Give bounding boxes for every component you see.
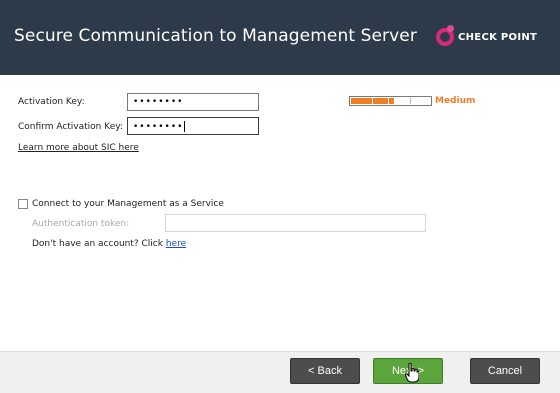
confirm-activation-key-label: Confirm Activation Key: — [18, 122, 123, 132]
check-point-logo-icon — [436, 25, 454, 46]
activation-key-value: •••••••• — [133, 97, 184, 107]
cancel-button[interactable]: Cancel — [470, 358, 540, 384]
strength-divider — [410, 98, 411, 104]
back-button[interactable]: < Back — [290, 358, 360, 384]
maas-checkbox[interactable] — [18, 199, 28, 209]
activation-key-label: Activation Key: — [18, 97, 85, 107]
confirm-activation-key-value: •••••••• — [133, 122, 184, 132]
no-account-text: Don't have an account? Click here — [32, 239, 186, 249]
brand-name: CHECK POINT — [458, 31, 538, 43]
password-strength-meter — [349, 96, 432, 106]
authentication-token-label: Authentication token: — [32, 219, 130, 229]
strength-divider — [388, 98, 389, 104]
no-account-prompt: Don't have an account? Click — [32, 239, 166, 249]
strength-divider — [372, 98, 373, 104]
check-point-logo: CHECK POINT — [436, 25, 538, 48]
learn-more-sic-link[interactable]: Learn more about SIC here — [18, 143, 139, 153]
maas-checkbox-label[interactable]: Connect to your Management as a Service — [32, 199, 224, 209]
password-strength-label: Medium — [435, 96, 476, 106]
signup-link[interactable]: here — [166, 239, 186, 249]
authentication-token-input[interactable] — [165, 214, 426, 232]
hand-pointer-icon — [405, 363, 419, 383]
dialog-title: Secure Communication to Management Serve… — [14, 26, 417, 46]
activation-key-input[interactable]: •••••••• — [127, 93, 259, 111]
confirm-activation-key-input[interactable]: •••••••• — [127, 117, 259, 135]
dialog-header: Secure Communication to Management Serve… — [0, 0, 560, 75]
text-caret — [184, 121, 186, 132]
